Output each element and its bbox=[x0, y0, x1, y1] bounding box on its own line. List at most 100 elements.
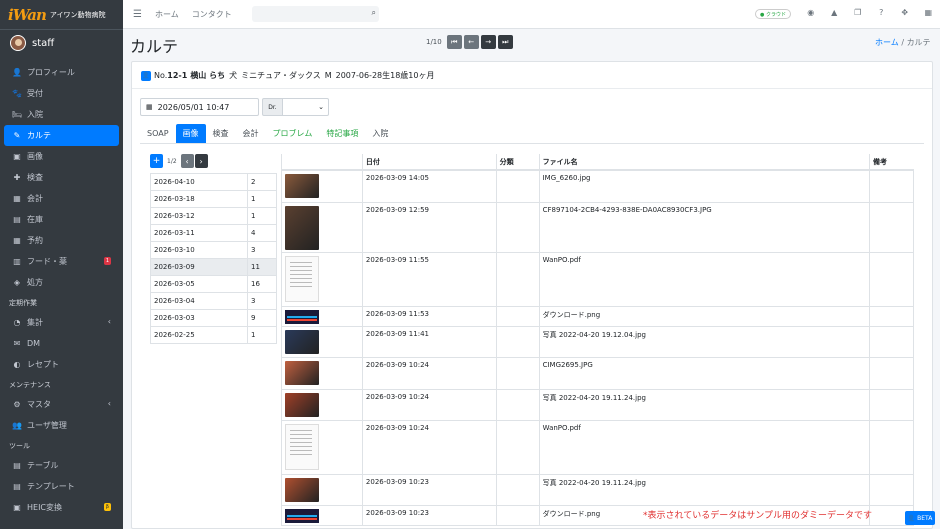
sidebar-item-calculator[interactable]: ▦ 会計 bbox=[0, 188, 123, 209]
syringe-icon: ✚ bbox=[13, 173, 21, 182]
tab-3[interactable]: 会計 bbox=[236, 124, 266, 143]
next-page-button[interactable]: → bbox=[480, 35, 496, 49]
patient-name[interactable]: 横山 らち bbox=[190, 70, 225, 81]
date-list-row[interactable]: 2026-03-10 3 bbox=[150, 241, 277, 259]
date-cell: 2026-02-25 bbox=[150, 326, 248, 344]
copy-icon[interactable]: ❐ bbox=[846, 8, 870, 17]
first-page-button[interactable]: ⏮ bbox=[446, 35, 462, 49]
file-row[interactable]: 2026-03-09 10:23 写真 2022-04-20 19.11.24.j… bbox=[281, 473, 914, 506]
tab-5[interactable]: 特記事項 bbox=[319, 124, 365, 143]
sidebar-item-template[interactable]: ▤ テンプレート bbox=[0, 476, 123, 497]
sidebar-item-receipt[interactable]: ◐ レセプト bbox=[0, 354, 123, 375]
date-list-row[interactable]: 2026-03-05 16 bbox=[150, 275, 277, 293]
tab-0[interactable]: SOAP bbox=[140, 124, 176, 143]
file-row[interactable]: 2026-03-09 11:41 写真 2022-04-20 19.12.04.j… bbox=[281, 325, 914, 358]
tab-1[interactable]: 画像 bbox=[175, 124, 206, 143]
file-row[interactable]: 2026-03-09 10:24 CIMG2695.JPG bbox=[281, 356, 914, 390]
help-icon[interactable]: ? bbox=[870, 8, 894, 17]
sidebar-item-gear[interactable]: ⚙ マスタ ‹ bbox=[0, 394, 123, 415]
sidebar-nav: 👤 プロフィール 🐾 受付 🛏 入院 ✎ カルテ ▣ 画像 ✚ 検査 ▦ 会計 ▤ 在庫 ▦ 予約 ▥ フード・薬 1 ◈… bbox=[0, 62, 123, 518]
sidebar-item-bed[interactable]: 🛏 入院 bbox=[0, 104, 123, 125]
sidebar-item-table[interactable]: ▤ テーブル bbox=[0, 455, 123, 476]
search-input[interactable]: ⌕ bbox=[252, 6, 379, 22]
breadcrumb-home[interactable]: ホーム bbox=[875, 38, 899, 47]
photo-thumbnail[interactable] bbox=[285, 392, 319, 417]
brand[interactable]: iWan アイワン動物病院 bbox=[0, 0, 123, 30]
sidebar-item-label: 処方 bbox=[27, 278, 43, 287]
chat-icon[interactable]: ◉ bbox=[799, 8, 823, 17]
date-list-next-button[interactable]: › bbox=[194, 154, 208, 168]
date-list-prev-button[interactable]: ‹ bbox=[180, 154, 194, 168]
tab-2[interactable]: 検査 bbox=[206, 124, 236, 143]
file-row[interactable]: 2026-03-09 10:24 WanPO.pdf bbox=[281, 419, 914, 475]
date-list-row[interactable]: 2026-04-10 2 bbox=[150, 173, 277, 191]
last-page-button[interactable]: ⏭ bbox=[497, 35, 513, 49]
date-cell: 2026-03-12 bbox=[150, 207, 248, 225]
sidebar-item-pills[interactable]: ◈ 処方 bbox=[0, 272, 123, 293]
graph-thumbnail[interactable] bbox=[285, 508, 319, 523]
sidebar-item-image[interactable]: ▣ 画像 bbox=[0, 146, 123, 167]
remark-cell bbox=[869, 251, 914, 307]
sidebar-item-convert[interactable]: ▣ HEIC変換 β bbox=[0, 497, 123, 518]
navbar-icons: ◉ ▲ ❐ ? ✥ ▦ bbox=[799, 8, 940, 17]
date-list-row[interactable]: 2026-03-11 4 bbox=[150, 224, 277, 242]
search-icon[interactable]: ⌕ bbox=[372, 8, 376, 18]
sidebar-item-mail[interactable]: ✉ DM bbox=[0, 333, 123, 354]
date-cell: 2026-03-11 bbox=[150, 224, 248, 242]
filename-cell: WanPO.pdf bbox=[538, 419, 871, 475]
tab-6[interactable]: 入院 bbox=[365, 124, 395, 143]
date-list-row[interactable]: 2026-03-03 9 bbox=[150, 309, 277, 327]
category-cell bbox=[495, 305, 540, 327]
sidebar-item-food[interactable]: ▥ フード・薬 1 bbox=[0, 251, 123, 272]
photo-thumbnail[interactable] bbox=[285, 174, 319, 198]
photo-thumbnail[interactable] bbox=[285, 329, 319, 354]
grid-icon[interactable]: ▦ bbox=[917, 8, 940, 17]
tab-4[interactable]: プロブレム bbox=[266, 124, 320, 143]
sidebar-item-edit[interactable]: ✎ カルテ bbox=[4, 125, 119, 146]
sidebar: iWan アイワン動物病院 staff 👤 プロフィール 🐾 受付 🛏 入院 ✎ カルテ ▣ 画像… bbox=[0, 0, 123, 529]
date-list-row[interactable]: 2026-03-04 3 bbox=[150, 292, 277, 310]
pdf-thumbnail[interactable] bbox=[285, 255, 319, 302]
date-list-row[interactable]: 2026-03-18 1 bbox=[150, 190, 277, 208]
user-panel[interactable]: staff bbox=[0, 32, 123, 54]
pdf-thumbnail[interactable] bbox=[285, 423, 319, 470]
patient-header: 👤 No. 12-1 横山 らち 犬 ミニチュア・ダックス M 2007-06-… bbox=[141, 70, 434, 81]
date-cell: 2026-03-03 bbox=[150, 309, 248, 327]
nav-contact-link[interactable]: コンタクト bbox=[192, 9, 232, 20]
sidebar-item-dog[interactable]: 🐾 受付 bbox=[0, 83, 123, 104]
photo-thumbnail[interactable] bbox=[285, 477, 319, 502]
menu-toggle-icon[interactable]: ☰ bbox=[133, 9, 142, 20]
convert-icon: ▣ bbox=[13, 503, 21, 512]
sidebar-item-label: ユーザ管理 bbox=[27, 421, 67, 430]
file-row[interactable]: 2026-03-09 11:55 WanPO.pdf bbox=[281, 251, 914, 307]
sidebar-item-person[interactable]: 👤 プロフィール bbox=[0, 62, 123, 83]
count-cell: 11 bbox=[247, 258, 277, 276]
photo-thumbnail[interactable] bbox=[285, 360, 319, 385]
date-list-row[interactable]: 2026-02-25 1 bbox=[150, 326, 277, 344]
prev-page-button[interactable]: ← bbox=[463, 35, 479, 49]
file-row[interactable]: 2026-03-09 12:59 CF897104-2CB4-4293-838E-… bbox=[281, 201, 914, 253]
sidebar-item-syringe[interactable]: ✚ 検査 bbox=[0, 167, 123, 188]
add-button[interactable]: + bbox=[150, 154, 163, 168]
sidebar-item-users[interactable]: 👥 ユーザ管理 bbox=[0, 415, 123, 436]
expand-icon[interactable]: ✥ bbox=[893, 8, 917, 17]
file-row[interactable]: 2026-03-09 14:05 IMG_6260.jpg bbox=[281, 169, 914, 203]
date-list-row[interactable]: 2026-03-12 1 bbox=[150, 207, 277, 225]
sidebar-item-calendar[interactable]: ▦ 予約 bbox=[0, 230, 123, 251]
nav-home-link[interactable]: ホーム bbox=[155, 9, 179, 20]
beta-badge[interactable]: 👤 BETA bbox=[905, 511, 935, 525]
file-row[interactable]: 2026-03-09 10:24 写真 2022-04-20 19.11.24.j… bbox=[281, 388, 914, 421]
sidebar-item-chart[interactable]: ◔ 集計 ‹ bbox=[0, 312, 123, 333]
date-cell: 2026-03-09 10:24 bbox=[361, 388, 497, 421]
graph-thumbnail[interactable] bbox=[285, 309, 319, 324]
doctor-select[interactable]: ⌄ bbox=[283, 98, 329, 116]
file-row[interactable]: 2026-03-09 11:53 ダウンロード.png bbox=[281, 305, 914, 327]
date-list-row[interactable]: 2026-03-09 11 bbox=[150, 258, 277, 276]
visit-date-input[interactable]: ▦ 2026/05/01 10:47 bbox=[140, 98, 259, 116]
photo-thumbnail[interactable] bbox=[285, 205, 319, 250]
date-list-page: 1/2 bbox=[167, 157, 177, 165]
filename-cell: 写真 2022-04-20 19.11.24.jpg bbox=[538, 473, 871, 506]
bell-icon[interactable]: ▲ bbox=[823, 8, 847, 17]
category-cell bbox=[495, 169, 540, 203]
sidebar-item-warehouse[interactable]: ▤ 在庫 bbox=[0, 209, 123, 230]
